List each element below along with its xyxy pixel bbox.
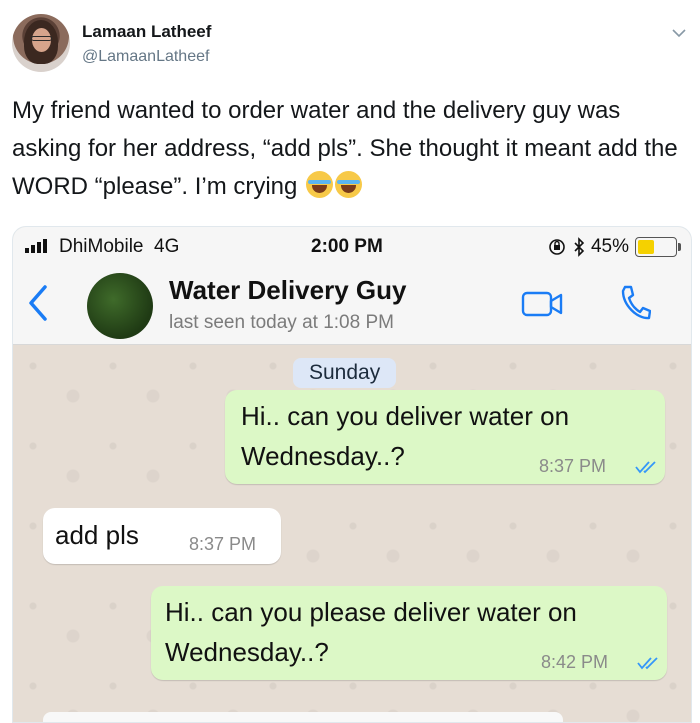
date-divider: Sunday (293, 358, 397, 388)
author-name[interactable]: Lamaan Latheef (82, 22, 211, 42)
chat-header: Water Delivery Guy last seen today at 1:… (13, 265, 691, 345)
message-outgoing[interactable]: Hi.. can you please deliver water on Wed… (151, 586, 667, 680)
phone-call-icon[interactable] (617, 283, 651, 323)
back-arrow-icon[interactable] (25, 283, 51, 323)
signal-strength-icon (25, 239, 47, 253)
message-time: 8:37 PM (539, 456, 607, 476)
attached-screenshot[interactable]: DhiMobile 4G 2:00 PM 45% Water Delivery … (12, 226, 692, 723)
battery-icon (635, 237, 681, 257)
next-message-partial (43, 712, 563, 722)
last-seen-status: last seen today at 1:08 PM (169, 312, 394, 333)
contact-name[interactable]: Water Delivery Guy (169, 275, 406, 306)
message-outgoing[interactable]: Hi.. can you deliver water on Wednesday.… (225, 390, 665, 484)
bluetooth-icon (574, 237, 585, 257)
face-with-tears-of-joy-icon (306, 171, 334, 198)
message-time: 8:37 PM (189, 534, 257, 554)
message-text: Hi.. can you please deliver water on Wed… (165, 597, 577, 667)
video-call-icon[interactable] (521, 287, 565, 321)
message-text: add pls (55, 520, 139, 550)
author-handle[interactable]: @LamaanLatheef (82, 48, 209, 66)
tweet-text: My friend wanted to order water and the … (12, 92, 688, 206)
double-check-read-icon (635, 461, 656, 474)
battery-percent: 45% (590, 236, 629, 257)
face-with-tears-of-joy-icon (335, 171, 363, 198)
status-indicators: 45% (547, 236, 681, 258)
message-incoming[interactable]: add pls 8:37 PM (43, 508, 281, 564)
phone-status-bar: DhiMobile 4G 2:00 PM 45% (13, 227, 691, 265)
clock: 2:00 PM (311, 236, 383, 257)
chevron-down-icon[interactable] (672, 26, 686, 40)
message-time: 8:42 PM (541, 652, 609, 672)
orientation-lock-icon (549, 239, 565, 255)
contact-avatar[interactable] (87, 273, 153, 339)
message-text: Hi.. can you deliver water on Wednesday.… (241, 401, 570, 471)
tweet-header: Lamaan Latheef @LamaanLatheef (12, 14, 688, 76)
author-avatar[interactable] (12, 14, 70, 72)
carrier-label: DhiMobile 4G (59, 236, 180, 257)
chat-messages[interactable]: Sunday Hi.. can you deliver water on Wed… (13, 346, 691, 722)
double-check-read-icon (637, 657, 658, 670)
